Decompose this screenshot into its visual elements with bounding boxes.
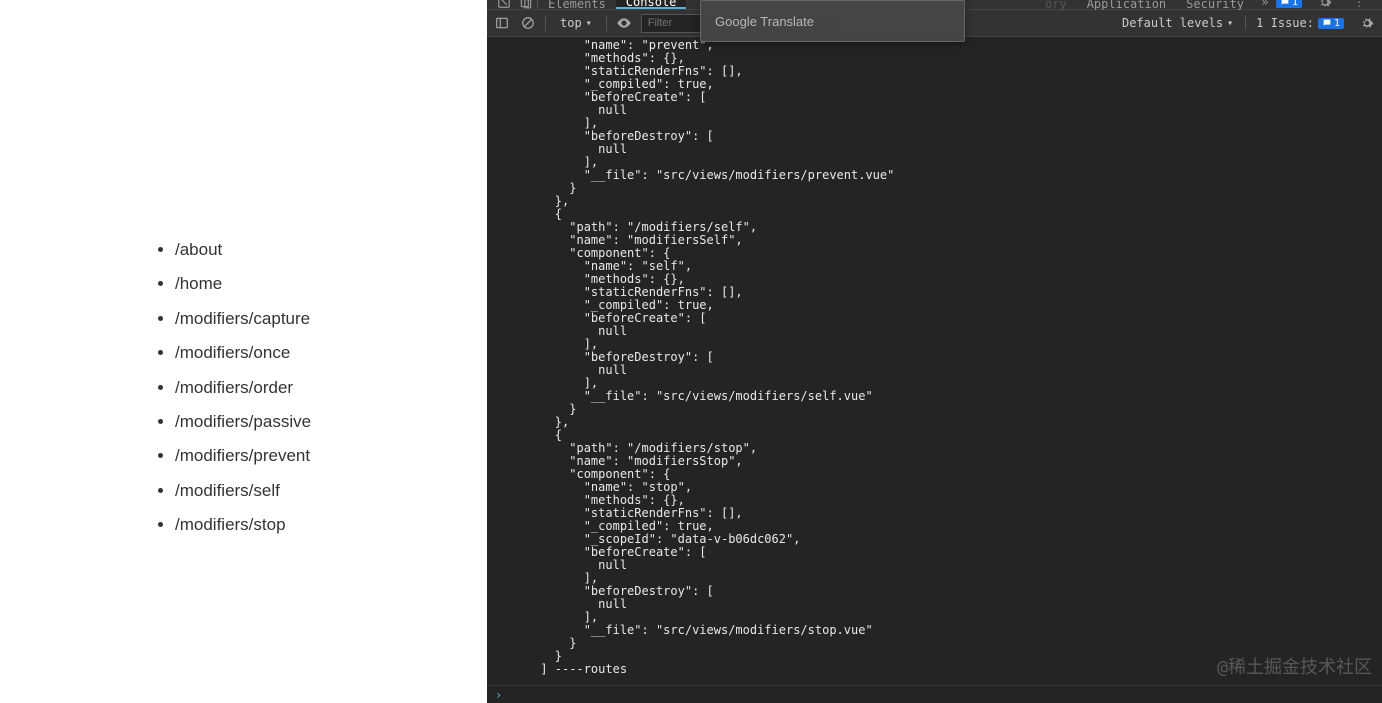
inspect-icon[interactable] — [493, 0, 515, 9]
context-label: top — [560, 16, 582, 30]
messages-badge[interactable]: 1 — [1276, 0, 1302, 8]
route-link[interactable]: /home — [175, 274, 311, 294]
more-tabs-icon[interactable]: » — [1254, 0, 1276, 9]
tab-memory-partial[interactable]: ory — [1035, 0, 1077, 9]
settings-gear-icon[interactable] — [1314, 0, 1336, 9]
route-link[interactable]: /modifiers/prevent — [175, 446, 311, 466]
eye-icon[interactable] — [615, 15, 633, 31]
issues-indicator[interactable]: 1 Issue: 1 — [1245, 16, 1344, 30]
levels-label: Default levels — [1122, 16, 1223, 30]
separator — [606, 15, 607, 31]
device-toggle-icon[interactable] — [515, 0, 537, 9]
clear-console-icon[interactable] — [519, 16, 537, 30]
route-link[interactable]: /modifiers/stop — [175, 515, 311, 535]
tab-security[interactable]: Security — [1176, 0, 1254, 9]
console-prompt[interactable]: › — [487, 685, 1382, 703]
route-link[interactable]: /modifiers/passive — [175, 412, 311, 432]
devtools-panel: Elements Console Sources ory Application… — [487, 0, 1382, 703]
console-log-text: "name": "prevent", "methods": {}, "stati… — [487, 37, 1382, 676]
log-levels-selector[interactable]: Default levels — [1122, 16, 1233, 30]
route-link[interactable]: /modifiers/order — [175, 378, 311, 398]
console-output[interactable]: "name": "prevent", "methods": {}, "stati… — [487, 37, 1382, 685]
google-translate-popup[interactable]: Google Translate — [700, 0, 965, 42]
issues-badge: 1 — [1318, 18, 1344, 29]
messages-count: 1 — [1292, 0, 1298, 8]
translate-label: Google Translate — [715, 14, 814, 29]
route-link[interactable]: /modifiers/once — [175, 343, 311, 363]
route-link[interactable]: /modifiers/capture — [175, 309, 311, 329]
route-link[interactable]: /modifiers/self — [175, 481, 311, 501]
route-list: /about /home /modifiers/capture /modifie… — [175, 240, 311, 550]
tab-console[interactable]: Console — [616, 0, 687, 9]
tab-elements[interactable]: Elements — [538, 0, 616, 9]
issues-label: 1 Issue: — [1256, 16, 1314, 30]
separator — [545, 15, 546, 31]
context-selector[interactable]: top — [554, 14, 598, 32]
prompt-caret-icon: › — [495, 688, 502, 702]
sidebar-toggle-icon[interactable] — [493, 16, 511, 30]
page-content: /about /home /modifiers/capture /modifie… — [0, 0, 487, 703]
tab-application[interactable]: Application — [1077, 0, 1176, 9]
console-settings-gear-icon[interactable] — [1358, 16, 1376, 30]
menu-dots-icon[interactable]: ⋮ — [1348, 0, 1370, 9]
route-link[interactable]: /about — [175, 240, 311, 260]
issues-count: 1 — [1334, 18, 1340, 29]
